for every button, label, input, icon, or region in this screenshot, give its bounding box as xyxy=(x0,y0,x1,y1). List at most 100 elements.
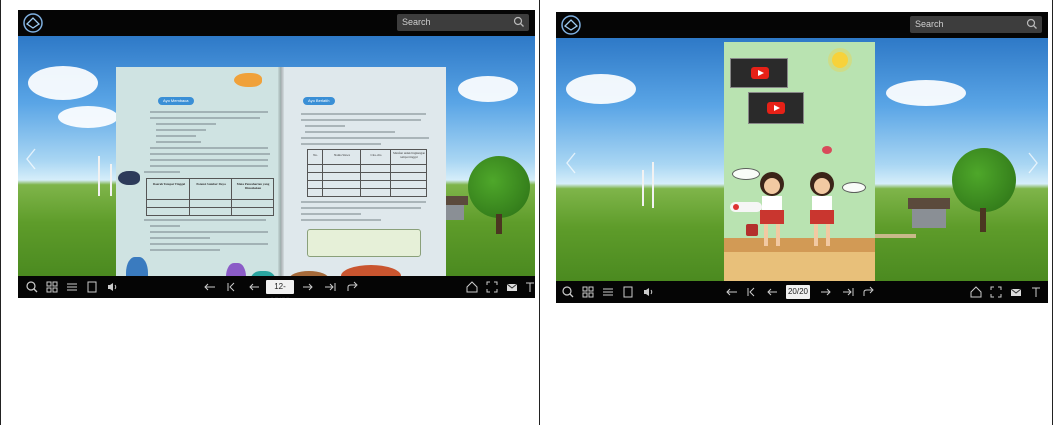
last-page[interactable] xyxy=(724,42,875,281)
student-skirt xyxy=(760,210,784,224)
fullscreen-icon[interactable] xyxy=(988,284,1004,300)
email-icon[interactable] xyxy=(1008,284,1024,300)
text-line xyxy=(150,165,268,167)
search-input[interactable]: Search xyxy=(910,16,1042,33)
tree-trunk xyxy=(980,208,986,232)
table-header-cell: Manfaat untuk lingkungan tempat tinggal xyxy=(393,151,425,159)
text-line xyxy=(150,231,268,233)
student-leg xyxy=(826,224,830,246)
fish-illustration xyxy=(118,171,140,185)
text-line xyxy=(150,249,220,251)
sound-icon[interactable] xyxy=(640,284,656,300)
zoom-icon[interactable] xyxy=(24,279,40,295)
bottom-toolbar: 12-13/20 xyxy=(18,276,535,298)
text-line xyxy=(150,147,268,149)
home-icon[interactable] xyxy=(968,284,984,300)
thumbnails-icon[interactable] xyxy=(580,284,596,300)
text-line xyxy=(150,153,270,155)
first-page-icon[interactable] xyxy=(724,284,740,300)
single-page-icon[interactable] xyxy=(620,284,636,300)
last-page-icon[interactable] xyxy=(322,279,338,295)
book-left-page[interactable]: Ayo Membaca Daerah Tempat Tinggal Potens… xyxy=(116,67,281,298)
cloud xyxy=(28,66,98,100)
sound-icon[interactable] xyxy=(104,279,120,295)
book-right-page[interactable]: Ayo Berlatih No. Nama Siswa Cita-cita Ma… xyxy=(281,67,446,298)
pill-label: Ayo Berlatih xyxy=(308,98,330,103)
skip-back-icon[interactable] xyxy=(744,284,760,300)
search-input[interactable]: Search xyxy=(397,14,529,31)
cloud xyxy=(842,182,866,193)
home-icon[interactable] xyxy=(464,279,480,295)
text-line xyxy=(144,219,266,221)
next-page-arrow-icon[interactable] xyxy=(1026,150,1040,176)
table-header-cell: Cita-cita xyxy=(370,153,382,157)
text-line xyxy=(301,113,426,115)
text-icon[interactable] xyxy=(1028,284,1044,300)
text-line xyxy=(305,125,345,127)
cloud xyxy=(566,74,636,104)
share-icon[interactable] xyxy=(344,279,360,295)
table-cita-cita: No. Nama Siswa Cita-cita Manfaat untuk l… xyxy=(307,149,427,197)
text-line xyxy=(156,123,216,125)
table-of-contents-icon[interactable] xyxy=(64,279,80,295)
cloud xyxy=(886,80,966,106)
answer-box[interactable] xyxy=(307,229,421,257)
flipbook-viewer-2: Search 20/20 xyxy=(556,12,1048,303)
email-icon[interactable] xyxy=(504,279,520,295)
youtube-play-icon[interactable] xyxy=(767,102,785,114)
next-page-icon[interactable] xyxy=(818,284,834,300)
search-icon[interactable] xyxy=(513,16,525,28)
record-icon[interactable] xyxy=(733,204,739,210)
student-face xyxy=(764,178,780,194)
single-page-icon[interactable] xyxy=(84,279,100,295)
wind-turbine xyxy=(98,156,100,196)
bottom-toolbar: 20/20 xyxy=(556,281,1048,303)
prev-page-arrow-icon[interactable] xyxy=(24,146,38,172)
zoom-icon[interactable] xyxy=(560,284,576,300)
page-number-input[interactable]: 12-13/20 xyxy=(266,280,294,298)
fullscreen-icon[interactable] xyxy=(484,279,500,295)
student-shirt xyxy=(762,196,782,210)
video-thumbnail[interactable] xyxy=(730,58,788,88)
thumbnails-icon[interactable] xyxy=(44,279,60,295)
text-line xyxy=(150,243,268,245)
share-icon[interactable] xyxy=(860,284,876,300)
ground xyxy=(724,252,875,281)
text-line xyxy=(301,213,361,215)
farmhouse-roof xyxy=(908,198,950,209)
text-line xyxy=(150,237,210,239)
prev-page-icon[interactable] xyxy=(246,279,262,295)
section-pill: Ayo Berlatih xyxy=(303,97,335,105)
last-page-icon[interactable] xyxy=(840,284,856,300)
table-of-contents-icon[interactable] xyxy=(600,284,616,300)
skip-back-icon[interactable] xyxy=(224,279,240,295)
next-page-icon[interactable] xyxy=(300,279,316,295)
page-number-input[interactable]: 20/20 xyxy=(786,285,810,299)
table-potensi: Daerah Tempat Tinggal Potensi Sumber Day… xyxy=(146,178,274,216)
text-icon[interactable] xyxy=(522,279,535,295)
student-shirt xyxy=(812,196,832,210)
open-book: Ayo Membaca Daerah Tempat Tinggal Potens… xyxy=(116,67,446,298)
first-page-icon[interactable] xyxy=(202,279,218,295)
prev-page-icon[interactable] xyxy=(764,284,780,300)
table-header-cell: Daerah Tempat Tinggal xyxy=(152,182,186,186)
page-indicator: 20/20 xyxy=(787,287,809,296)
text-line xyxy=(301,143,381,145)
table-header-cell: Nama Siswa xyxy=(333,153,351,157)
video-thumbnail[interactable] xyxy=(748,92,804,124)
tree xyxy=(952,148,1016,212)
text-line xyxy=(156,141,201,143)
cloud xyxy=(58,106,118,128)
tree-trunk xyxy=(496,214,502,234)
youtube-play-icon[interactable] xyxy=(751,67,769,79)
prev-page-arrow-icon[interactable] xyxy=(564,150,578,176)
audio-player[interactable] xyxy=(730,202,762,212)
text-line xyxy=(156,129,206,131)
background-scene: Ayo Membaca Daerah Tempat Tinggal Potens… xyxy=(18,36,535,298)
text-line xyxy=(150,159,268,161)
butterfly-illustration xyxy=(822,146,832,154)
cloud xyxy=(458,76,518,102)
table-header-cell: Potensi Sumber Daya xyxy=(196,182,226,186)
search-icon[interactable] xyxy=(1026,18,1038,30)
logo-icon xyxy=(23,13,43,33)
